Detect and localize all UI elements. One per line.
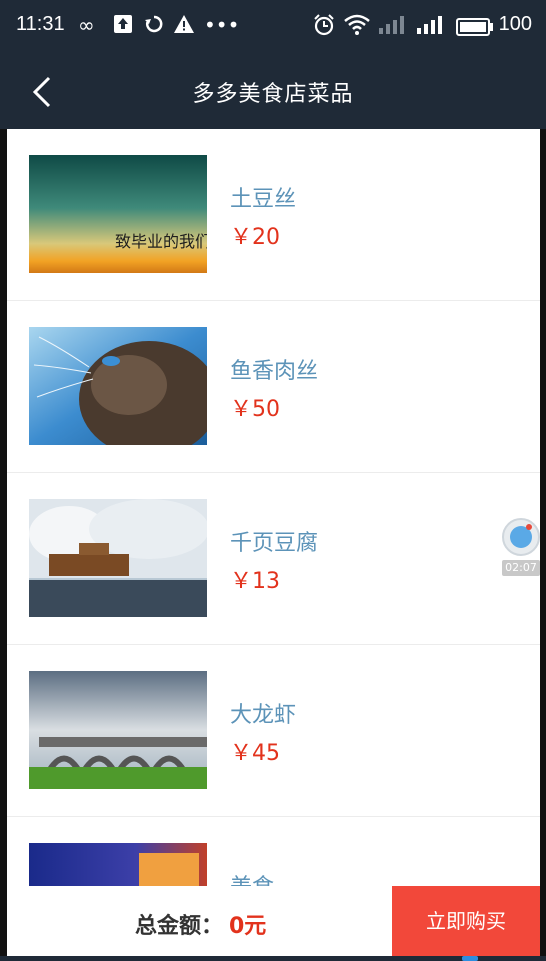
app-header: 多多美食店菜品 xyxy=(0,52,546,129)
dish-price: ￥50 xyxy=(230,397,280,422)
battery-icon xyxy=(456,18,493,36)
dish-image xyxy=(29,499,207,617)
screen-edge-right xyxy=(540,129,546,961)
dish-name: 鱼香肉丝 xyxy=(230,359,319,384)
infinity-icon: ∞ xyxy=(78,13,95,37)
dish-name: 美食 xyxy=(230,869,274,886)
dish-price: ￥13 xyxy=(230,569,280,594)
status-bar: 11:31 ∞ ••• 100 xyxy=(0,0,546,52)
alarm-icon xyxy=(313,14,335,42)
bottom-edge xyxy=(0,956,546,961)
timer-time: 02:07 xyxy=(502,560,540,576)
status-time: 11:31 xyxy=(16,13,65,35)
buy-now-button[interactable]: 立即购买 xyxy=(392,886,540,956)
dish-name: 土豆丝 xyxy=(230,187,297,212)
page-title: 多多美食店菜品 xyxy=(192,82,354,107)
dish-name: 千页豆腐 xyxy=(230,531,319,556)
screen-edge-left xyxy=(0,129,7,961)
dish-image xyxy=(29,671,207,789)
wifi-icon xyxy=(344,14,370,42)
dish-item[interactable]: 致毕业的我们 土豆丝 ￥20 xyxy=(7,129,540,301)
signal-icon xyxy=(416,14,444,40)
dish-item[interactable]: 鱼香肉丝 ￥50 xyxy=(7,301,540,473)
bottom-bar: 总金额： 0元 立即购买 xyxy=(7,886,540,956)
timer-circle-icon xyxy=(502,518,540,556)
phone-screen: 11:31 ∞ ••• 100 多多美食店菜品 致毕业的我们 土豆丝 ￥20 鱼… xyxy=(0,0,546,961)
total-label: 总金额： xyxy=(135,914,224,939)
dish-image xyxy=(29,327,207,445)
dish-image xyxy=(29,843,207,886)
battery-level: 100 xyxy=(498,13,532,35)
dish-list[interactable]: 致毕业的我们 土豆丝 ￥20 鱼香肉丝 ￥50 千页豆腐 ￥13 大龙虾 ￥45 xyxy=(7,129,540,886)
image-caption: 致毕业的我们 xyxy=(115,232,207,251)
sync-icon xyxy=(144,14,164,40)
dish-image: 致毕业的我们 xyxy=(29,155,207,273)
total-value: 0元 xyxy=(229,914,267,939)
dish-name: 大龙虾 xyxy=(230,703,297,728)
floating-timer-widget[interactable]: 02:07 xyxy=(502,518,540,578)
dish-item[interactable]: 千页豆腐 ￥13 xyxy=(7,473,540,645)
dish-item[interactable]: 大龙虾 ￥45 xyxy=(7,645,540,817)
more-dots-icon: ••• xyxy=(204,13,240,37)
signal-weak-icon xyxy=(378,14,406,40)
dish-price: ￥45 xyxy=(230,741,280,766)
timer-record-dot xyxy=(526,524,532,530)
dish-price: ￥20 xyxy=(230,225,280,250)
dish-item[interactable]: 美食 xyxy=(7,817,540,886)
upload-icon xyxy=(113,14,133,40)
warning-icon xyxy=(173,14,195,40)
